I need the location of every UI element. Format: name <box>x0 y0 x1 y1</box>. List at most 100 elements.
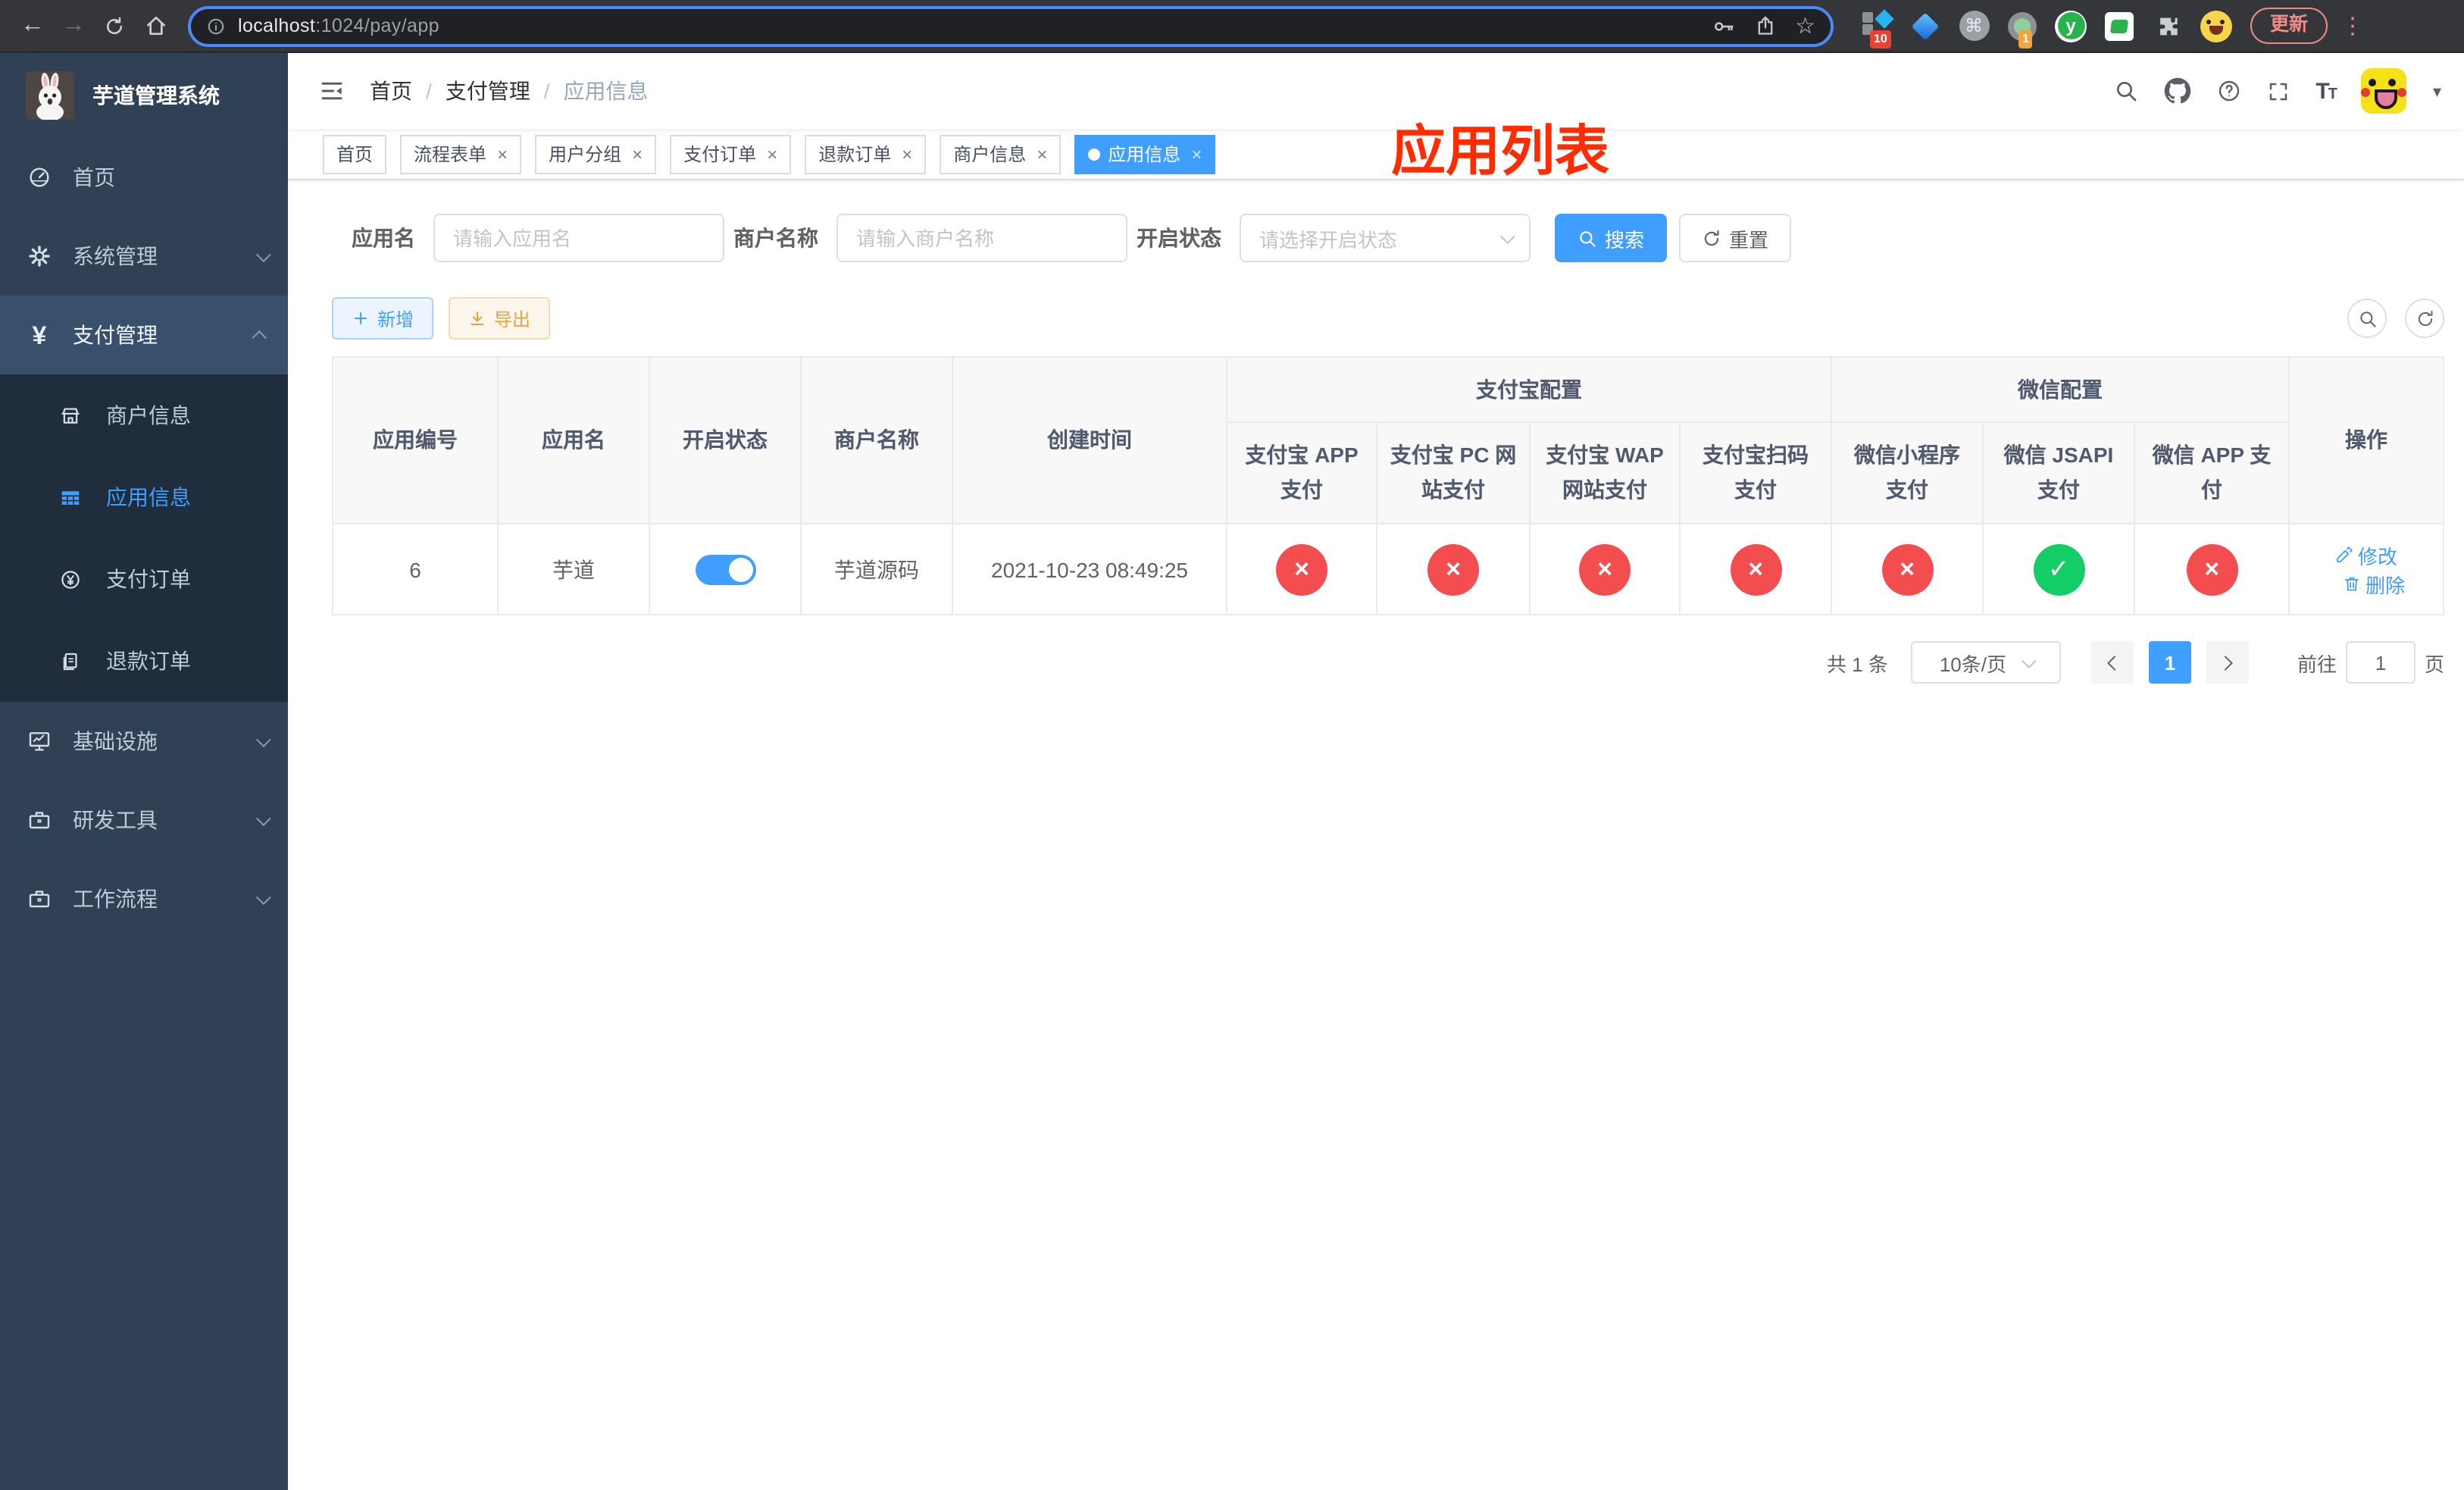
merchant-name-input[interactable] <box>856 227 1108 249</box>
shop-icon <box>58 403 82 427</box>
browser-home-button[interactable] <box>135 5 176 46</box>
fullscreen-icon[interactable] <box>2267 80 2290 102</box>
sidebar-item-pay-order[interactable]: 支付订单 <box>0 538 288 620</box>
app-table: 应用编号 应用名 开启状态 商户名称 创建时间 支付宝配置 微信配置 操作 支付… <box>332 356 2445 615</box>
tab-user-group[interactable]: 用户分组 <box>535 134 657 174</box>
app-name-input-wrap <box>433 214 724 262</box>
sidebar-item-workflow[interactable]: 工作流程 <box>0 859 288 938</box>
sidebar-item-app-info[interactable]: 应用信息 <box>0 456 288 538</box>
tab-close-icon[interactable] <box>767 143 777 164</box>
browser-update-button[interactable]: 更新 <box>2250 8 2328 44</box>
sidebar-item-merchant-info[interactable]: 商户信息 <box>0 374 288 456</box>
sidebar-item-payment[interactable]: ¥ 支付管理 <box>0 296 288 374</box>
extension-command-icon[interactable]: ⌘ <box>1958 10 1990 42</box>
tab-home[interactable]: 首页 <box>323 134 387 174</box>
extension-grid-icon[interactable]: 10 <box>1861 8 1894 48</box>
reset-button[interactable]: 重置 <box>1679 214 1792 262</box>
col-enabled: 开启状态 <box>649 356 802 524</box>
active-tab-dot <box>1088 148 1101 160</box>
font-size-icon[interactable]: TT <box>2315 78 2337 104</box>
extension-y-icon[interactable]: y <box>2055 10 2087 42</box>
tab-close-icon[interactable] <box>902 143 912 164</box>
col-create-time: 创建时间 <box>952 356 1227 524</box>
col-alipay-app: 支付宝 APP 支付 <box>1226 421 1377 524</box>
tab-merchant-info[interactable]: 商户信息 <box>940 134 1062 174</box>
sidebar-item-home[interactable]: 首页 <box>0 138 288 217</box>
sidebar-item-refund-order[interactable]: 退款订单 <box>0 620 288 702</box>
breadcrumb-home[interactable]: 首页 <box>370 76 412 106</box>
address-bar[interactable]: localhost:1024/pay/app <box>188 5 1834 46</box>
app-logo-block[interactable]: 芋道管理系统 <box>0 53 288 138</box>
browser-toolbar: localhost:1024/pay/app 10 ⌘ 1 y <box>0 0 2464 53</box>
tab-close-icon[interactable] <box>1191 143 1202 164</box>
help-icon[interactable] <box>2217 79 2241 103</box>
cell-app-name: 芋道 <box>497 523 650 615</box>
breadcrumb-payment[interactable]: 支付管理 <box>446 76 530 106</box>
gear-icon <box>27 244 52 268</box>
profile-avatar-icon[interactable] <box>2200 10 2232 42</box>
browser-forward-button[interactable] <box>53 5 94 46</box>
chevron-down-icon <box>255 889 271 905</box>
coin-icon <box>58 567 82 591</box>
alipay-wap-status-icon: × <box>1579 543 1631 595</box>
yen-icon: ¥ <box>32 321 47 349</box>
tab-pay-order[interactable]: 支付订单 <box>670 134 792 174</box>
browser-reload-button[interactable] <box>94 5 135 46</box>
tab-close-icon[interactable] <box>632 143 643 164</box>
sidebar: 芋道管理系统 首页 系统管理 ¥ 支付管理 商户信息 应用信息 支付订单 退款订… <box>0 53 288 1490</box>
col-alipay-wap: 支付宝 WAP 网站支付 <box>1529 421 1681 524</box>
url-text: localhost:1024/pay/app <box>238 15 439 36</box>
tab-close-icon[interactable] <box>1037 143 1047 164</box>
github-icon[interactable] <box>2164 77 2191 105</box>
sidebar-collapse-icon[interactable] <box>318 77 346 105</box>
cell-merchant: 芋道源码 <box>800 523 953 615</box>
cell-enabled <box>649 523 802 615</box>
extension-camera-icon[interactable]: 1 <box>2006 10 2038 48</box>
user-menu-caret-icon[interactable] <box>2433 77 2441 105</box>
page-size-select[interactable]: 10条/页 <box>1910 641 2061 684</box>
browser-menu-icon[interactable] <box>2341 12 2364 39</box>
prev-page-button[interactable] <box>2090 641 2134 684</box>
search-button[interactable]: 搜索 <box>1555 214 1668 262</box>
extension-badge: 10 <box>1870 30 1891 48</box>
col-app-id: 应用编号 <box>332 356 499 524</box>
sidebar-item-system[interactable]: 系统管理 <box>0 217 288 296</box>
col-group-alipay: 支付宝配置 <box>1226 356 1832 423</box>
header-search-icon[interactable] <box>2114 79 2138 103</box>
app-name-input[interactable] <box>453 227 705 249</box>
extension-badge: 1 <box>2018 30 2033 48</box>
edit-link[interactable]: 修改 <box>2335 540 2397 569</box>
password-key-icon[interactable] <box>1712 14 1734 37</box>
export-button[interactable]: 导出 <box>449 297 551 340</box>
extensions-puzzle-icon[interactable] <box>2152 10 2184 42</box>
chevron-right-icon <box>2218 655 2233 670</box>
bookmark-star-icon[interactable] <box>1795 11 1815 40</box>
wechat-mini-status-icon: × <box>1881 543 1933 595</box>
add-button[interactable]: 新增 <box>332 297 434 340</box>
share-icon[interactable] <box>1754 15 1775 36</box>
breadcrumb-current: 应用信息 <box>563 79 649 103</box>
col-merchant: 商户名称 <box>800 356 953 524</box>
show-search-button[interactable] <box>2347 299 2387 338</box>
next-page-button[interactable] <box>2206 641 2249 684</box>
cell-app-id: 6 <box>332 523 499 615</box>
site-info-icon[interactable] <box>206 16 226 36</box>
extension-kite-icon[interactable] <box>1909 10 1941 42</box>
extensions-strip: 10 ⌘ 1 y <box>1861 8 2232 48</box>
user-avatar[interactable] <box>2361 68 2407 114</box>
page-number-button[interactable]: 1 <box>2148 641 2191 684</box>
browser-back-button[interactable] <box>12 5 53 46</box>
delete-link[interactable]: 删除 <box>2343 569 2405 598</box>
tab-close-icon[interactable] <box>497 143 508 164</box>
tab-refund-order[interactable]: 退款订单 <box>805 134 927 174</box>
extension-chat-icon[interactable] <box>2103 10 2135 42</box>
tab-process-form[interactable]: 流程表单 <box>400 134 522 174</box>
alipay-app-status-icon: × <box>1276 543 1327 595</box>
enabled-switch[interactable] <box>695 554 755 584</box>
status-select[interactable]: 请选择开启状态 <box>1240 214 1531 262</box>
sidebar-item-infrastructure[interactable]: 基础设施 <box>0 702 288 781</box>
goto-page-input[interactable] <box>2345 641 2416 684</box>
refresh-table-button[interactable] <box>2405 299 2444 338</box>
sidebar-item-dev-tools[interactable]: 研发工具 <box>0 781 288 859</box>
tab-app-info[interactable]: 应用信息 <box>1074 134 1216 174</box>
